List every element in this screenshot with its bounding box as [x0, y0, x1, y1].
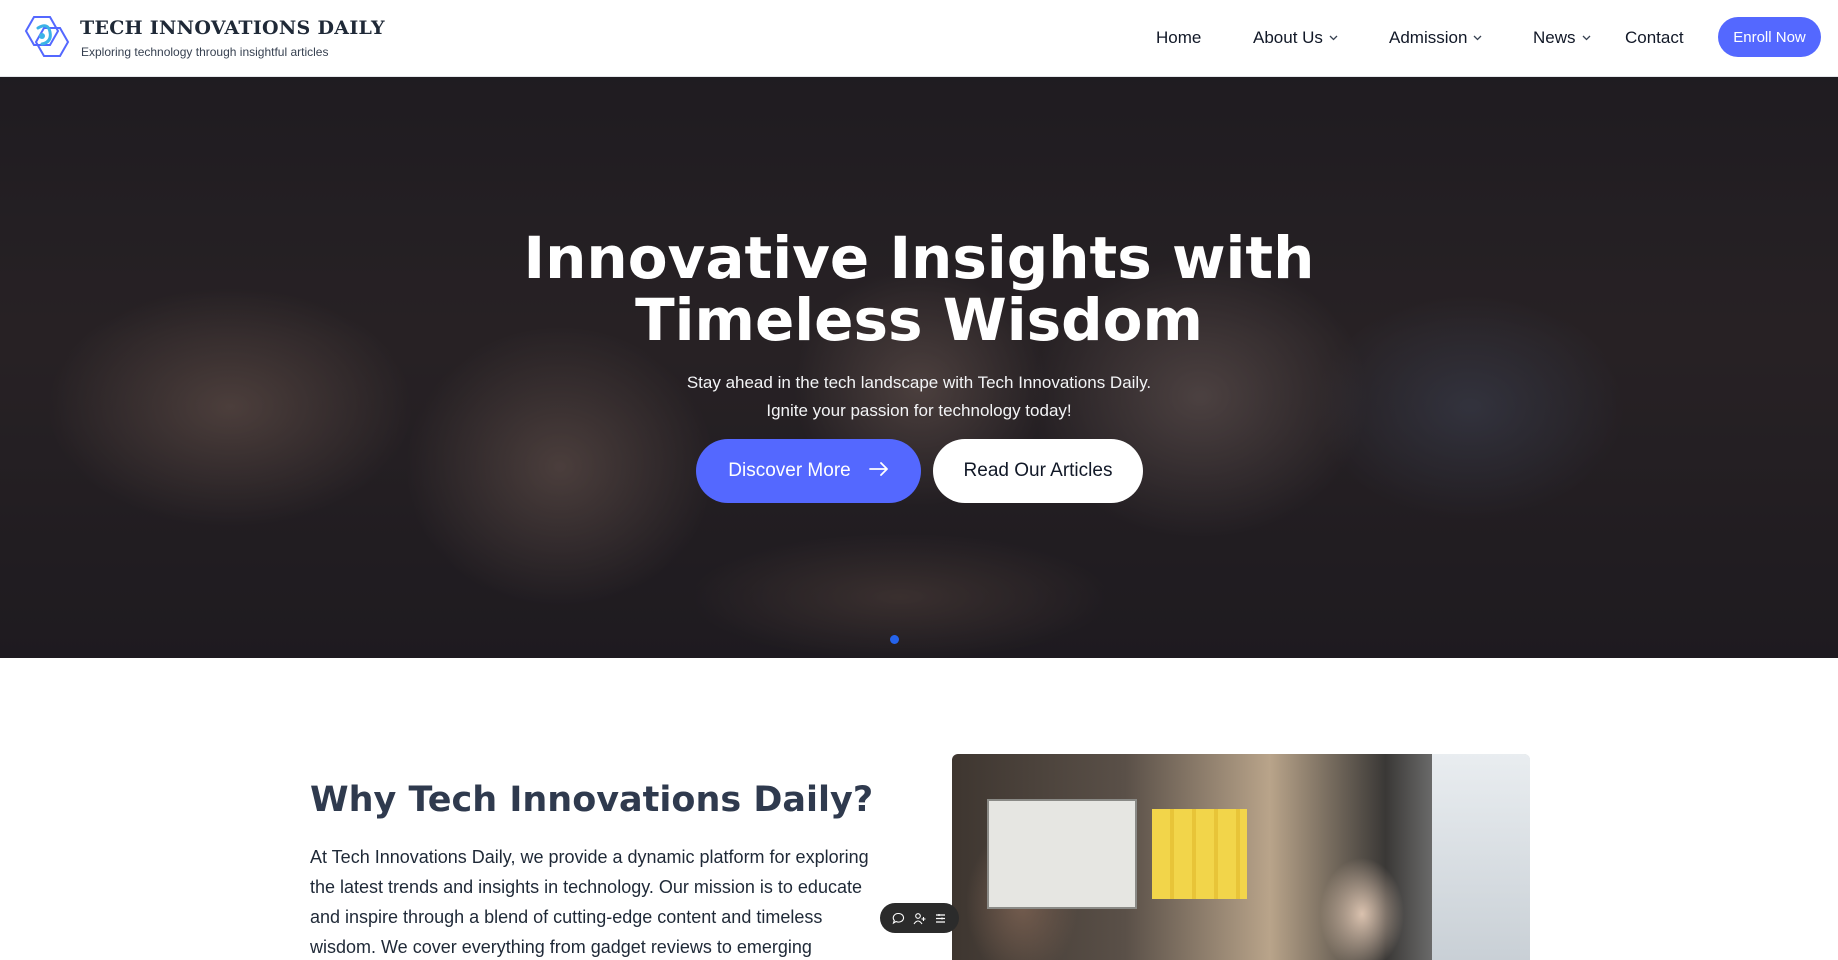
hero-title-line-1: Innovative Insights with — [523, 224, 1315, 292]
enroll-now-button[interactable]: Enroll Now — [1718, 17, 1821, 57]
brand-title[interactable]: TECH INNOVATIONS DAILY — [80, 17, 385, 39]
window-graphic — [1432, 754, 1530, 960]
nav-label: News — [1533, 28, 1576, 47]
slider-dot-active[interactable] — [890, 635, 899, 644]
site-header: TECH INNOVATIONS DAILY Exploring technol… — [0, 0, 1838, 77]
read-our-articles-button[interactable]: Read Our Articles — [933, 439, 1143, 503]
hero-subtitle-line-2: Ignite your passion for technology today… — [766, 401, 1072, 420]
nav-label: Home — [1156, 28, 1202, 47]
nav-item-home[interactable]: Home — [1156, 28, 1201, 48]
chevron-down-icon — [1329, 32, 1338, 44]
hero-subtitle-line-1: Stay ahead in the tech landscape with Te… — [686, 373, 1152, 392]
hero-title: Innovative Insights with Timeless Wisdom — [0, 227, 1838, 351]
brand-tagline: Exploring technology through insightful … — [81, 45, 329, 59]
hero-subtitle: Stay ahead in the tech landscape with Te… — [0, 369, 1838, 425]
nav-label: Contact — [1625, 28, 1684, 47]
nav-label: About Us — [1253, 28, 1323, 47]
discover-more-button[interactable]: Discover More — [696, 439, 921, 503]
nav-label: Admission — [1389, 28, 1468, 47]
chat-bubble-icon[interactable] — [892, 911, 906, 925]
chevron-down-icon — [1473, 32, 1482, 44]
nav-item-news[interactable]: News — [1533, 28, 1591, 48]
hero-image-overlay — [0, 77, 1838, 658]
team-vr-photo — [952, 754, 1530, 960]
nav-item-contact[interactable]: Contact — [1625, 28, 1684, 48]
nav-item-about-us[interactable]: About Us — [1253, 28, 1338, 48]
why-section-text: At Tech Innovations Daily, we provide a … — [310, 847, 869, 957]
hero-title-line-2: Timeless Wisdom — [635, 286, 1203, 354]
floating-toolbar[interactable] — [880, 903, 959, 933]
menu-lines-icon[interactable] — [934, 911, 948, 925]
nav-item-admission[interactable]: Admission — [1389, 28, 1482, 48]
hexagon-logo-icon[interactable] — [20, 14, 72, 60]
chevron-down-icon — [1582, 32, 1591, 44]
discover-more-label: Discover More — [728, 460, 851, 481]
add-user-icon[interactable] — [913, 911, 927, 925]
why-section-title: Why Tech Innovations Daily? — [310, 780, 874, 820]
whiteboard-graphic — [987, 799, 1137, 909]
hero-banner: Innovative Insights with Timeless Wisdom… — [0, 77, 1838, 658]
sticky-notes-graphic — [1152, 809, 1247, 899]
arrow-right-icon — [868, 460, 889, 482]
